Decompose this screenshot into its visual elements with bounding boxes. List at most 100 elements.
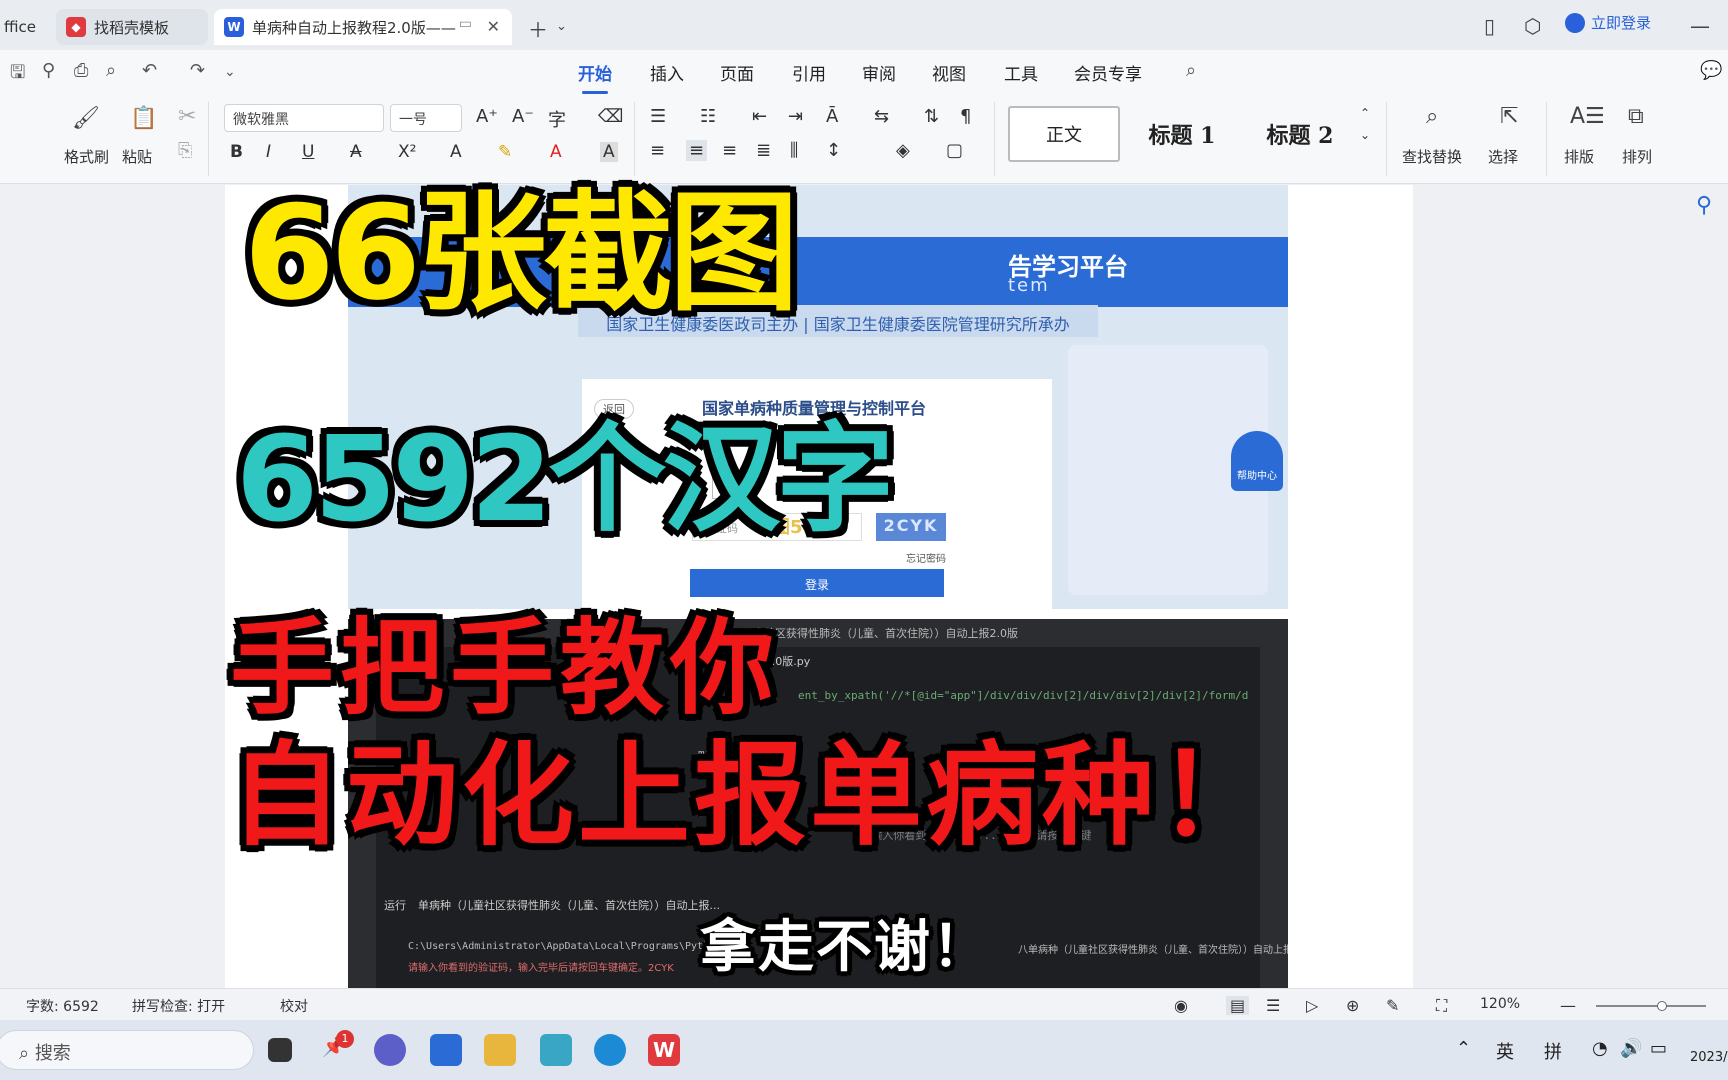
taskbar-search[interactable]: ⌕ 搜索 [0,1030,254,1070]
style-heading1[interactable]: 标题 1 [1128,106,1236,162]
tab-office[interactable]: ffice [0,9,50,45]
minimize-icon[interactable]: — [1690,14,1710,38]
cube-icon[interactable]: ⬡ [1524,14,1541,38]
bullet-list-icon[interactable]: ☰ [650,106,666,127]
font-color-icon[interactable]: A [550,142,562,162]
char-shading-icon[interactable]: A [600,142,618,162]
align-right-icon[interactable]: ≡ [722,140,737,161]
superscript-icon[interactable]: X² [398,142,416,162]
chevron-up-icon[interactable]: ⌃ [1456,1038,1471,1059]
shading-icon[interactable]: ◈ [896,140,910,161]
grow-font-icon[interactable]: A⁺ [476,106,498,127]
zoom-slider[interactable] [1596,1001,1706,1011]
zoom-level[interactable]: 120% [1480,996,1520,1012]
format-painter-button[interactable]: 格式刷 [64,146,109,167]
italic-icon[interactable]: I [266,142,271,162]
layout-button[interactable]: 排版 [1564,146,1594,167]
tab-active-document[interactable]: W 单病种自动上报教程2.0版—— ▭ ✕ [214,9,512,45]
zoom-out-icon[interactable]: — [1560,996,1576,1015]
align-left-icon[interactable]: ≡ [650,140,665,161]
phonetic-guide-icon[interactable]: 字 [548,106,566,132]
text-direction-icon[interactable]: Ā [826,106,838,127]
menu-review[interactable]: 审阅 [862,60,896,85]
convert-icon[interactable]: ⇆ [874,106,889,127]
menu-tools[interactable]: 工具 [1004,60,1038,85]
chevron-down-icon[interactable]: ⌄ [556,19,567,34]
battery-icon[interactable]: ▭ [1650,1038,1667,1059]
clear-format-icon[interactable]: ⌫ [598,106,623,127]
clock[interactable]: 2023/ [1690,1050,1727,1065]
sort-icon[interactable]: ⇅ [924,106,939,127]
task-view-icon[interactable] [268,1038,292,1062]
highlight-icon[interactable]: ✎ [498,142,512,162]
outline-view-icon[interactable]: ☰ [1266,996,1280,1015]
fit-page-icon[interactable]: ⛶ [1436,996,1447,1016]
menu-home[interactable]: 开始 [578,60,612,94]
save-icon[interactable]: 🖫 [10,60,25,90]
close-icon[interactable]: ✕ [487,17,500,36]
new-tab-icon[interactable]: ＋ [528,14,548,43]
chevron-down-icon[interactable]: ⌄ [224,64,236,80]
reading-mode-icon[interactable]: ▯ [1484,14,1495,38]
zoom-slider-knob[interactable] [1657,1001,1667,1011]
screen-tool-icon[interactable] [540,1034,572,1066]
cut-icon[interactable]: ✂ [178,104,196,129]
menu-member[interactable]: 会员专享 [1074,60,1142,85]
bold-icon[interactable]: B [230,142,243,162]
find-replace-button[interactable]: 查找替换 [1402,146,1462,167]
distributed-icon[interactable]: ⫼ [790,140,798,161]
tab-docer-templates[interactable]: ◆ 找稻壳模板 [56,9,208,45]
align-center-icon[interactable]: ≡ [686,140,708,161]
redo-icon[interactable]: ↷ [190,60,205,81]
text-effect-icon[interactable]: A [450,142,462,162]
select-button[interactable]: 选择 [1488,146,1518,167]
menu-insert[interactable]: 插入 [650,60,684,85]
ime-mode[interactable]: 拼 [1544,1038,1562,1064]
decrease-indent-icon[interactable]: ⇤ [752,106,767,127]
monitor-icon[interactable]: ▭ [459,16,472,32]
menu-view[interactable]: 视图 [932,60,966,85]
ime-language[interactable]: 英 [1496,1038,1514,1064]
line-spacing-icon[interactable]: ↕ [826,140,841,161]
teams-chat-icon[interactable] [374,1034,406,1066]
justify-icon[interactable]: ≣ [756,140,771,161]
web-view-icon[interactable]: ⊕ [1346,996,1359,1015]
wifi-icon[interactable]: ◔ [1592,1038,1608,1059]
numbered-list-icon[interactable]: ☷ [700,106,716,127]
underline-icon[interactable]: U [302,142,314,162]
eye-protection-icon[interactable]: ◉ [1174,996,1188,1015]
search-icon[interactable]: ⌕ [1186,60,1196,81]
paste-button[interactable]: 粘贴 [122,146,152,167]
border-icon[interactable]: ▢ [946,140,963,161]
wps-app-icon[interactable]: W [648,1034,680,1066]
play-icon[interactable]: ▷ [1306,996,1318,1015]
proofread-button[interactable]: 校对 [280,996,308,1016]
chevron-down-icon[interactable]: ⌄ [1360,128,1370,142]
store-icon[interactable] [430,1034,462,1066]
font-name-select[interactable]: 微软雅黑 [224,104,384,132]
arrange-button[interactable]: 排列 [1622,146,1652,167]
word-count[interactable]: 字数: 6592 [26,996,99,1016]
style-heading2[interactable]: 标题 2 [1246,106,1354,162]
comment-icon[interactable]: 💬 [1700,60,1722,81]
style-normal[interactable]: 正文 [1008,106,1120,162]
login-button[interactable]: 立即登录 [1565,12,1651,33]
copy-icon[interactable]: ⎘ [178,140,192,161]
menu-page[interactable]: 页面 [720,60,754,85]
strikethrough-icon[interactable]: A [350,142,362,162]
chevron-up-icon[interactable]: ⌃ [1360,106,1370,120]
undo-icon[interactable]: ↶ [142,60,157,81]
spell-check-toggle[interactable]: 拼写检查: 打开 [132,996,225,1016]
file-explorer-icon[interactable] [484,1034,516,1066]
increase-indent-icon[interactable]: ⇥ [788,106,803,127]
edge-browser-icon[interactable] [594,1034,626,1066]
page-view-icon[interactable]: ▤ [1226,996,1250,1015]
show-marks-icon[interactable]: ¶ [960,106,971,127]
shrink-font-icon[interactable]: A⁻ [512,106,534,127]
print-icon[interactable]: ⎙ [74,60,88,81]
print-preview-icon[interactable]: ⌕ [106,60,116,81]
location-pin-icon[interactable]: ⚲ [1696,193,1712,218]
font-size-select[interactable]: 一号 [390,104,462,132]
pen-icon[interactable]: ✎ [1386,996,1399,1015]
share-icon[interactable]: ⚲ [42,60,55,81]
